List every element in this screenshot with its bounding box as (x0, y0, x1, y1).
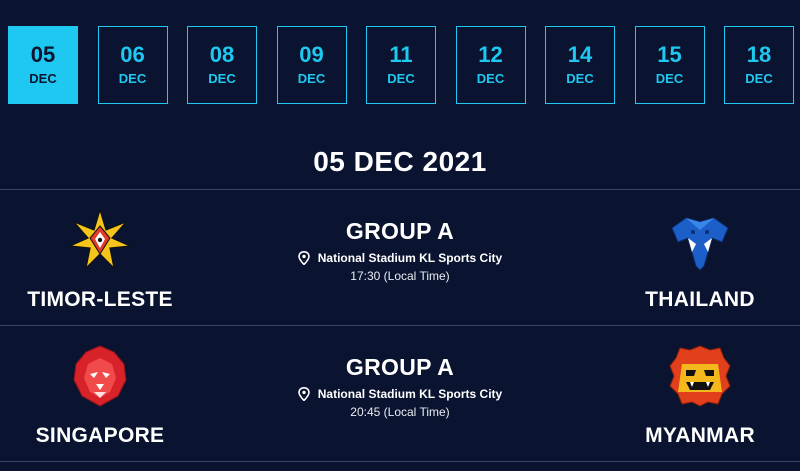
away-team[interactable]: THAILAND (600, 190, 800, 326)
date-tab-day: 09 (299, 42, 324, 67)
kickoff-time: 20:45 (Local Time) (350, 405, 450, 419)
date-tab-14[interactable]: 14 DEC (545, 26, 615, 104)
date-tab-day: 18 (746, 42, 772, 67)
date-tab-month: DEC (118, 71, 147, 86)
match-row[interactable]: TIMOR-LESTE GROUP A National Stadium KL … (0, 190, 800, 326)
date-tab-month: DEC (745, 71, 773, 86)
myanmar-chinthe-crest-icon (669, 345, 731, 407)
venue-row: National Stadium KL Sports City (297, 251, 503, 265)
match-info: GROUP A National Stadium KL Sports City … (250, 354, 550, 419)
away-team[interactable]: MYANMAR (600, 326, 800, 462)
team-name: MYANMAR (645, 424, 755, 447)
date-tab-08[interactable]: 08 DEC (187, 26, 257, 104)
team-name: TIMOR-LESTE (27, 288, 173, 311)
date-tab-month: DEC (655, 71, 684, 86)
location-pin-icon (297, 251, 310, 265)
venue-name: National Stadium KL Sports City (317, 387, 503, 401)
date-tab-day: 15 (657, 42, 682, 67)
date-tab-12[interactable]: 12 DEC (455, 26, 526, 104)
group-label: GROUP A (345, 354, 455, 380)
date-tab-month: DEC (297, 71, 326, 86)
date-tab-06[interactable]: 06 DEC (97, 26, 168, 104)
team-name: THAILAND (645, 288, 755, 311)
thailand-elephant-crest-icon (671, 217, 729, 271)
date-tab-18[interactable]: 18 DEC (724, 26, 794, 104)
group-label: GROUP A (345, 218, 455, 244)
date-tab-day: 14 (567, 42, 593, 67)
home-team[interactable]: TIMOR-LESTE (0, 190, 200, 326)
date-tab-month: DEC (387, 71, 415, 86)
singapore-lion-crest-icon (73, 345, 127, 407)
venue-name: National Stadium KL Sports City (317, 251, 503, 265)
date-tab-month: DEC (208, 71, 236, 86)
date-tab-month: DEC (566, 71, 594, 86)
date-tab-09[interactable]: 09 DEC (276, 26, 347, 104)
date-tab-day: 06 (120, 42, 145, 67)
date-tab-05[interactable]: 05 DEC (8, 26, 78, 104)
date-tab-day: 11 (389, 42, 413, 67)
date-tab-15[interactable]: 15 DEC (634, 26, 705, 104)
date-selector: 05 DEC 06 DEC 08 DEC 09 DEC 11 DEC 12 DE… (8, 26, 794, 104)
venue-row: National Stadium KL Sports City (297, 387, 503, 401)
home-team[interactable]: SINGAPORE (0, 326, 200, 462)
timor-leste-star-crest-icon (68, 208, 132, 270)
date-tab-day: 05 (30, 42, 56, 67)
date-tab-11[interactable]: 11 DEC (366, 26, 436, 104)
kickoff-time: 17:30 (Local Time) (350, 269, 450, 283)
divider (0, 461, 800, 462)
date-tab-month: DEC (29, 71, 57, 86)
date-tab-month: DEC (476, 71, 505, 86)
date-tab-day: 08 (209, 42, 235, 67)
match-info: GROUP A National Stadium KL Sports City … (250, 218, 550, 283)
date-tab-day: 12 (478, 42, 503, 67)
match-row[interactable]: SINGAPORE GROUP A National Stadium KL Sp… (0, 326, 800, 462)
schedule-day-title: 05 DEC 2021 (313, 146, 487, 177)
location-pin-icon (297, 387, 310, 401)
team-name: SINGAPORE (35, 424, 165, 447)
